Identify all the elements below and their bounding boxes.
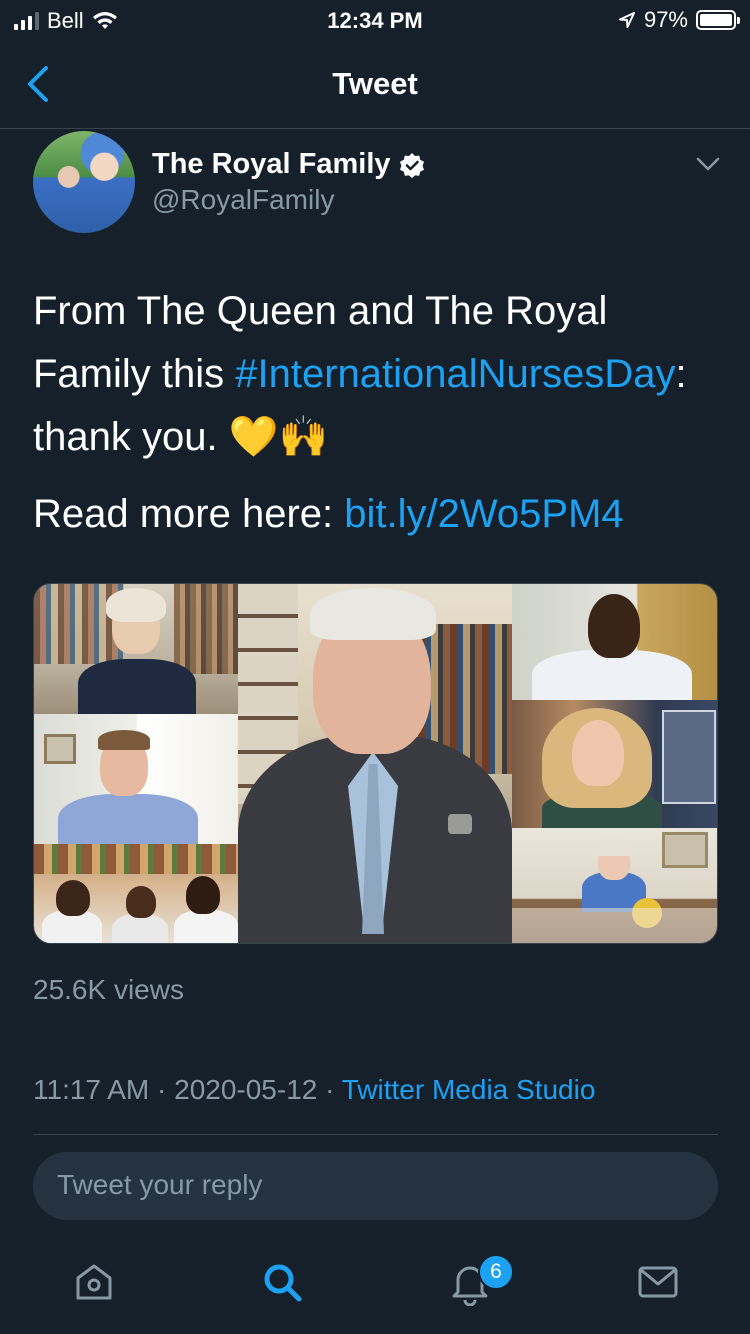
status-bar: Bell 12:34 PM 97%: [0, 0, 750, 40]
mail-icon[interactable]: [634, 1258, 682, 1306]
meta-separator: ·: [325, 1074, 335, 1105]
tab-bar: [0, 1234, 750, 1334]
status-right: 97%: [618, 7, 740, 33]
tweet-author: The Royal Family @RoyalFamily: [0, 128, 750, 238]
divider: [33, 1134, 718, 1135]
video-tile: [34, 584, 238, 714]
author-name-row[interactable]: The Royal Family: [152, 148, 425, 181]
location-arrow-icon: [618, 12, 635, 28]
author-name[interactable]: The Royal Family: [152, 148, 391, 181]
video-tile: [512, 828, 717, 943]
view-count: 25.6K views: [33, 974, 184, 1005]
tweet-text: From The Queen and The Royal Family this…: [33, 280, 723, 546]
battery-percent: 97%: [643, 7, 688, 32]
video-tile: [34, 714, 238, 844]
battery-icon: [696, 10, 740, 30]
tweet-source-link[interactable]: Twitter Media Studio: [342, 1074, 596, 1105]
verified-badge-icon: [399, 152, 424, 178]
video-tile: [34, 844, 238, 943]
tweet-read-more: Read more here: bit.ly/2Wo5PM4: [33, 483, 723, 546]
tweet-time: 11:17 AM: [33, 1074, 150, 1105]
tweet-link[interactable]: bit.ly/2Wo5PM4: [344, 492, 623, 536]
tweet-date: 2020-05-12: [174, 1074, 318, 1105]
tweet-body: From The Queen and The Royal Family this…: [33, 280, 723, 469]
home-icon[interactable]: [70, 1258, 118, 1306]
page-title: Tweet: [332, 66, 418, 101]
author-handle[interactable]: @RoyalFamily: [152, 184, 334, 216]
tweet-meta: 11:17 AM · 2020-05-12 · Twitter Media St…: [33, 1074, 595, 1106]
video-tile: [512, 700, 717, 828]
hashtag-link[interactable]: #InternationalNursesDay: [235, 352, 675, 396]
reply-input[interactable]: Tweet your reply: [33, 1152, 718, 1220]
read-more-label: Read more here:: [33, 492, 345, 536]
video-tile: [512, 584, 717, 700]
nav-bar: Tweet: [0, 40, 750, 129]
chevron-down-icon[interactable]: [696, 156, 720, 172]
avatar[interactable]: [33, 131, 135, 233]
meta-separator: ·: [157, 1074, 167, 1105]
notifications-badge: 6: [478, 1254, 514, 1290]
video-tile: [238, 584, 512, 943]
search-icon[interactable]: [258, 1258, 306, 1306]
tweet-media-video[interactable]: [33, 583, 718, 944]
